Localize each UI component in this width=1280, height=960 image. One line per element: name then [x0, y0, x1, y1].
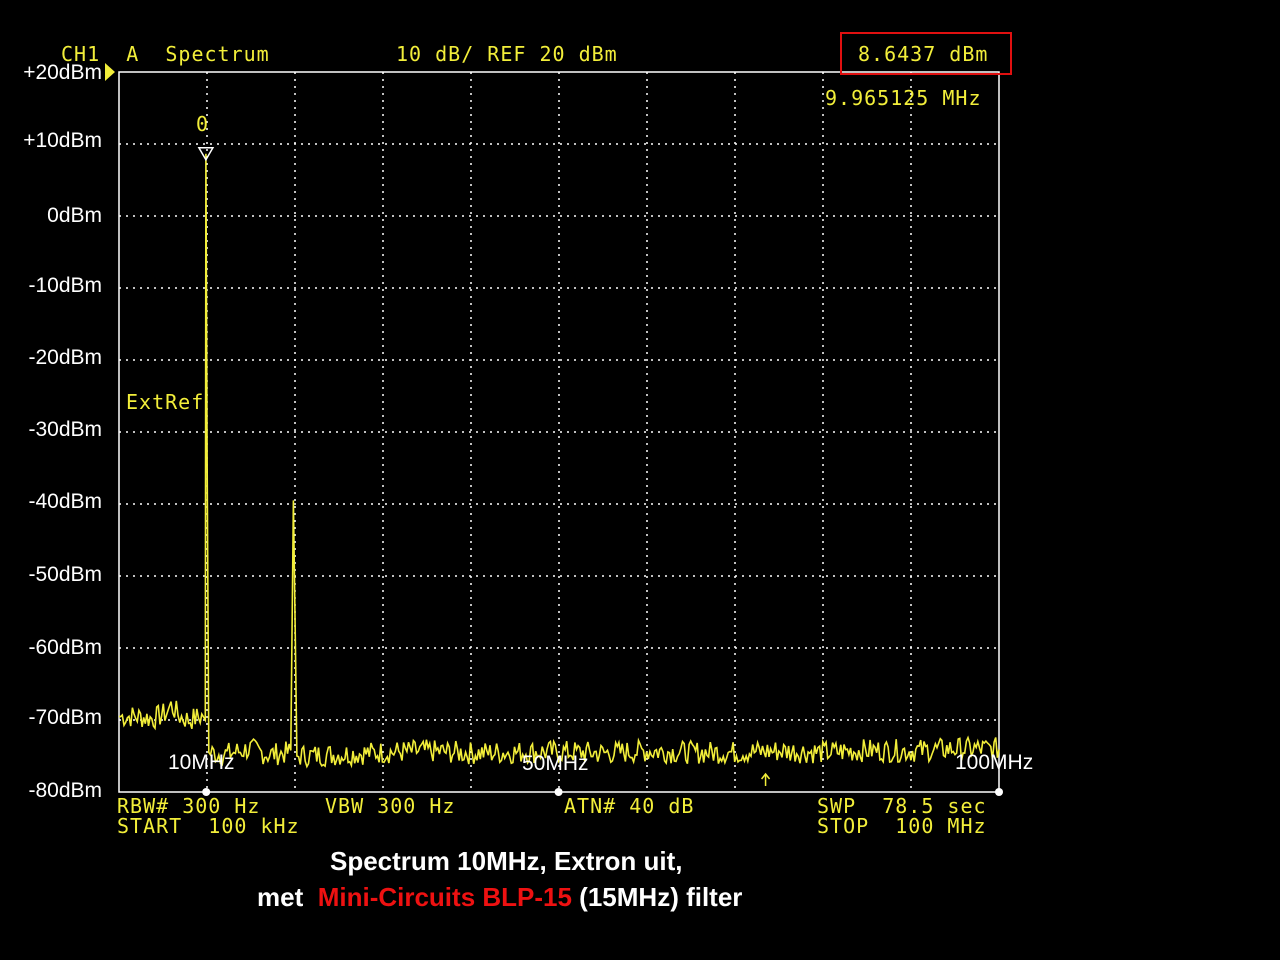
x-tick-mark [995, 788, 1003, 796]
start-label: START 100 kHz [117, 814, 300, 838]
x-tick-label: 10MHz [168, 751, 235, 774]
plot-frame [118, 71, 1000, 793]
y-tick-label: -10dBm [28, 274, 102, 297]
y-tick-label: -70dBm [28, 706, 102, 729]
y-tick-label: -20dBm [28, 346, 102, 369]
x-tick-mark [554, 788, 563, 796]
y-tick-label: -40dBm [28, 490, 102, 513]
marker-level: 8.6437 dBm [858, 42, 989, 66]
scale-label: 10 dB/ REF 20 dBm [396, 42, 618, 66]
caption-filter-name: Mini-Circuits BLP-15 [317, 882, 572, 912]
stop-label: STOP 100 MHz [817, 814, 987, 838]
y-tick-label: -80dBm [28, 779, 102, 802]
marker-frequency: 9.965125 MHz [825, 86, 982, 110]
y-tick-label: 0dBm [47, 204, 102, 227]
y-tick-label: -60dBm [28, 636, 102, 659]
x-tick-label: 50MHz [522, 752, 589, 775]
caption-prefix: met [257, 882, 311, 912]
marker-label: 0 [196, 112, 210, 136]
y-tick-label: +20dBm [23, 61, 102, 84]
y-tick-label: -50dBm [28, 563, 102, 586]
y-tick-label: +10dBm [23, 129, 102, 152]
extref-label: ExtRef [126, 390, 205, 414]
y-tick-label: -30dBm [28, 418, 102, 441]
caption-line-1: Spectrum 10MHz, Extron uit, [330, 846, 683, 876]
atn-label: ATN# 40 dB [564, 794, 695, 818]
caption-line-2: met Mini-Circuits BLP-15 (15MHz) filter [257, 882, 742, 913]
caption-suffix: (15MHz) filter [571, 882, 743, 912]
x-tick-label: 100MHz [955, 751, 1034, 774]
vbw-label: VBW 300 Hz [325, 794, 456, 818]
